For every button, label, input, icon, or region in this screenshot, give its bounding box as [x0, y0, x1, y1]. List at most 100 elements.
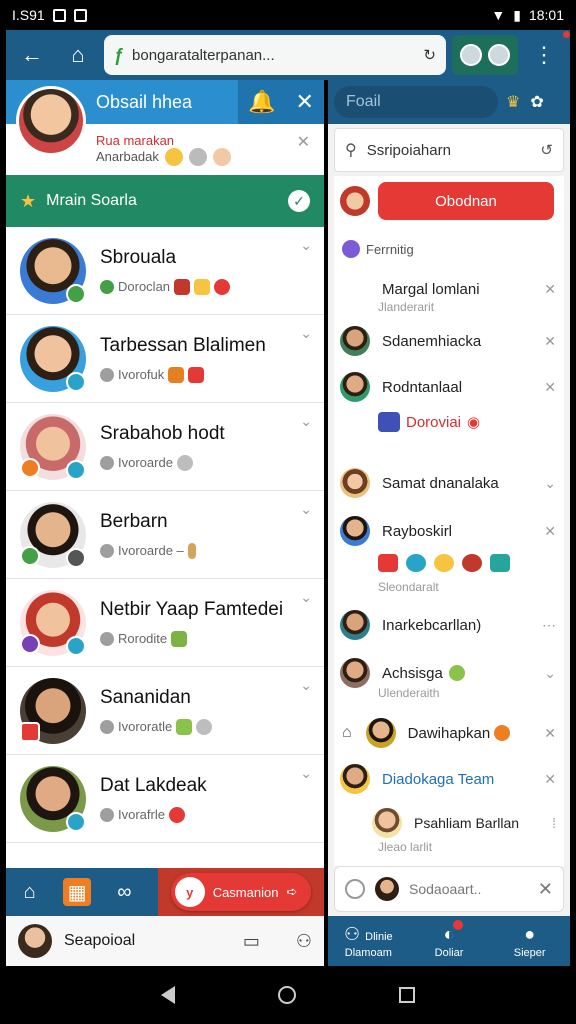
list-avatar [372, 808, 402, 838]
chevron-down-icon[interactable]: ⌄ [300, 501, 312, 518]
search-input[interactable]: ⚲ Ssripoiaharn ↺ [334, 128, 564, 172]
close-icon[interactable]: ✕ [296, 89, 314, 115]
contact-status-text: Ivororatle [118, 719, 173, 734]
list-avatar [340, 764, 370, 794]
section-title: Mrain Soarla [46, 192, 137, 209]
contact-name: Berbarn [100, 510, 168, 532]
tab-people[interactable]: ⚇ Dlinie Dlamoam [328, 916, 409, 966]
url-bar[interactable]: ƒ bongaratalterpanan... ↻ [104, 35, 446, 75]
check-icon[interactable]: ✓ [288, 190, 310, 212]
contact-row[interactable]: Sananidan Ivororatle ⌄ [6, 667, 324, 755]
home-outline-icon: ⌂ [342, 724, 352, 741]
contact-row[interactable]: Berbarn Ivoroarde – ⌄ [6, 491, 324, 579]
battery-icon: ▮ [513, 6, 521, 23]
more-icon[interactable]: ⋯ [542, 617, 556, 634]
footer-avatar[interactable] [18, 924, 52, 958]
note-icon[interactable]: ▭ [243, 931, 260, 952]
list-item[interactable]: Obodnan [334, 182, 564, 220]
close-icon[interactable]: ✕ [297, 132, 310, 152]
contact-row[interactable]: Tarbessan Blalimen Ivorofuk ⌄ [6, 315, 324, 403]
contact-name: Sananidan [100, 686, 191, 708]
side-panel: Foail ♛ ✿ ⚲ Ssripoiaharn ↺ Obodnan Ferrn… [328, 80, 570, 966]
close-icon[interactable]: ✕ [544, 771, 556, 788]
contact-row[interactable]: Srabahob hodt Ivoroarde ⌄ [6, 403, 324, 491]
list-item-name: Achsisga [382, 664, 443, 682]
contact-status: Ivorafrle [100, 806, 310, 823]
section-header[interactable]: ★ Mrain Soarla ✓ [6, 175, 324, 227]
back-icon[interactable] [161, 986, 176, 1004]
back-arrow-icon[interactable]: ← [12, 35, 52, 75]
more-menu-icon[interactable]: ⋮ [524, 31, 570, 75]
list-item[interactable]: Achsisga ⌄ [334, 658, 564, 688]
add-user-icon[interactable]: ⚇ [296, 931, 312, 952]
list-item[interactable]: Psahliam Barllan ⁞ [334, 808, 564, 838]
chevron-down-icon[interactable]: ⌄ [544, 665, 556, 682]
contact-status-text: Ivorofuk [118, 367, 165, 382]
chevron-down-icon[interactable]: ⌄ [300, 325, 312, 342]
online-badge-icon [66, 371, 86, 392]
list-item[interactable]: Sdanemhiacka ✕ [334, 326, 564, 356]
contact-status: Ivoroarde [100, 454, 310, 471]
contact-status-text: Ivoroarde – [118, 543, 184, 558]
panel-title: Obsail hhea [96, 91, 193, 112]
emoji-icon [188, 366, 205, 383]
list-avatar [340, 516, 370, 546]
bell-icon[interactable]: 🔔 [248, 89, 275, 115]
close-icon[interactable]: ✕ [544, 379, 556, 396]
chevron-down-icon[interactable]: ⌄ [300, 237, 312, 254]
recent-apps-icon[interactable] [398, 987, 415, 1003]
message-input[interactable]: Sodaoaart.. ✕ [334, 866, 564, 912]
contact-row[interactable]: Netbir Yaap Famtedei Rorodite ⌄ [6, 579, 324, 667]
contact-status-text: Rorodite [118, 631, 168, 646]
red-action-button[interactable]: Obodnan [378, 182, 554, 220]
contact-row[interactable]: Dat Lakdeak Ivorafrle ⌄ [6, 755, 324, 843]
people-icon: ⚇ Dlinie [344, 923, 393, 944]
close-icon[interactable]: ✕ [544, 333, 556, 350]
reload-icon[interactable]: ↻ [423, 46, 436, 64]
chevron-down-icon[interactable]: ⌄ [300, 413, 312, 430]
profile-group[interactable] [452, 35, 518, 75]
trophy-icon[interactable]: ♛ [506, 92, 520, 112]
list-item[interactable]: Inarkebcarllan) ⋯ [334, 610, 564, 640]
list-item[interactable]: Diadokaga Team ✕ [334, 764, 564, 794]
link-icon[interactable]: ∞ [111, 878, 138, 906]
notification-badge [453, 920, 464, 930]
status-icon [100, 719, 114, 734]
emoji-icon [176, 718, 193, 735]
clock-icon[interactable] [345, 879, 365, 899]
list-item[interactable]: Samat dnanalaka ⌄ [334, 468, 564, 498]
close-icon[interactable]: ✕ [544, 281, 556, 298]
user-avatar[interactable] [16, 86, 86, 156]
list-item[interactable]: Margal lomlani ✕ [334, 274, 564, 304]
list-item[interactable]: ⌂ Dawihapkan ✕ [334, 718, 564, 748]
calendar-icon[interactable]: ▦ [63, 878, 91, 906]
home-icon[interactable]: ⌂ [16, 878, 43, 906]
side-list: Obodnan Ferrnitig Margal lomlani ✕ Jland… [334, 176, 564, 866]
list-avatar [340, 468, 370, 498]
list-avatar [340, 326, 370, 356]
tab-notifications[interactable]: ◐ Doliar [409, 916, 490, 966]
close-icon[interactable]: ✕ [544, 725, 556, 742]
chevron-down-icon[interactable]: ⌄ [544, 475, 556, 492]
drag-handle-icon[interactable]: ⁞ [552, 815, 556, 831]
list-link[interactable]: Doroviai ◉ [378, 412, 558, 432]
refresh-icon[interactable]: ↺ [540, 141, 553, 159]
chevron-down-icon[interactable]: ⌄ [300, 765, 312, 782]
home-circle-icon[interactable] [277, 986, 296, 1004]
chevron-down-icon[interactable]: ⌄ [300, 677, 312, 694]
close-icon[interactable]: ✕ [544, 523, 556, 540]
side-search-pill[interactable]: Foail [334, 86, 498, 118]
list-item[interactable]: Rayboskirl ✕ [334, 516, 564, 546]
contact-status-text: Ivoroarde [118, 455, 173, 470]
contact-row[interactable]: Sbrouala Doroclan ⌄ [6, 227, 324, 315]
gift-icon[interactable]: ✿ [530, 92, 543, 112]
emoji-icon [378, 554, 398, 572]
list-item[interactable]: Rodntanlaal ✕ [334, 372, 564, 402]
home-icon[interactable]: ⌂ [58, 35, 98, 75]
cta-button[interactable]: y Casmanion ➪ [170, 873, 312, 911]
chevron-down-icon[interactable]: ⌄ [300, 589, 312, 606]
side-header: Foail ♛ ✿ [328, 80, 570, 124]
close-icon[interactable]: ✕ [538, 879, 553, 900]
tab-profile[interactable]: ● Sieper [489, 916, 570, 966]
list-item-name: Inarkebcarllan) [382, 616, 482, 634]
